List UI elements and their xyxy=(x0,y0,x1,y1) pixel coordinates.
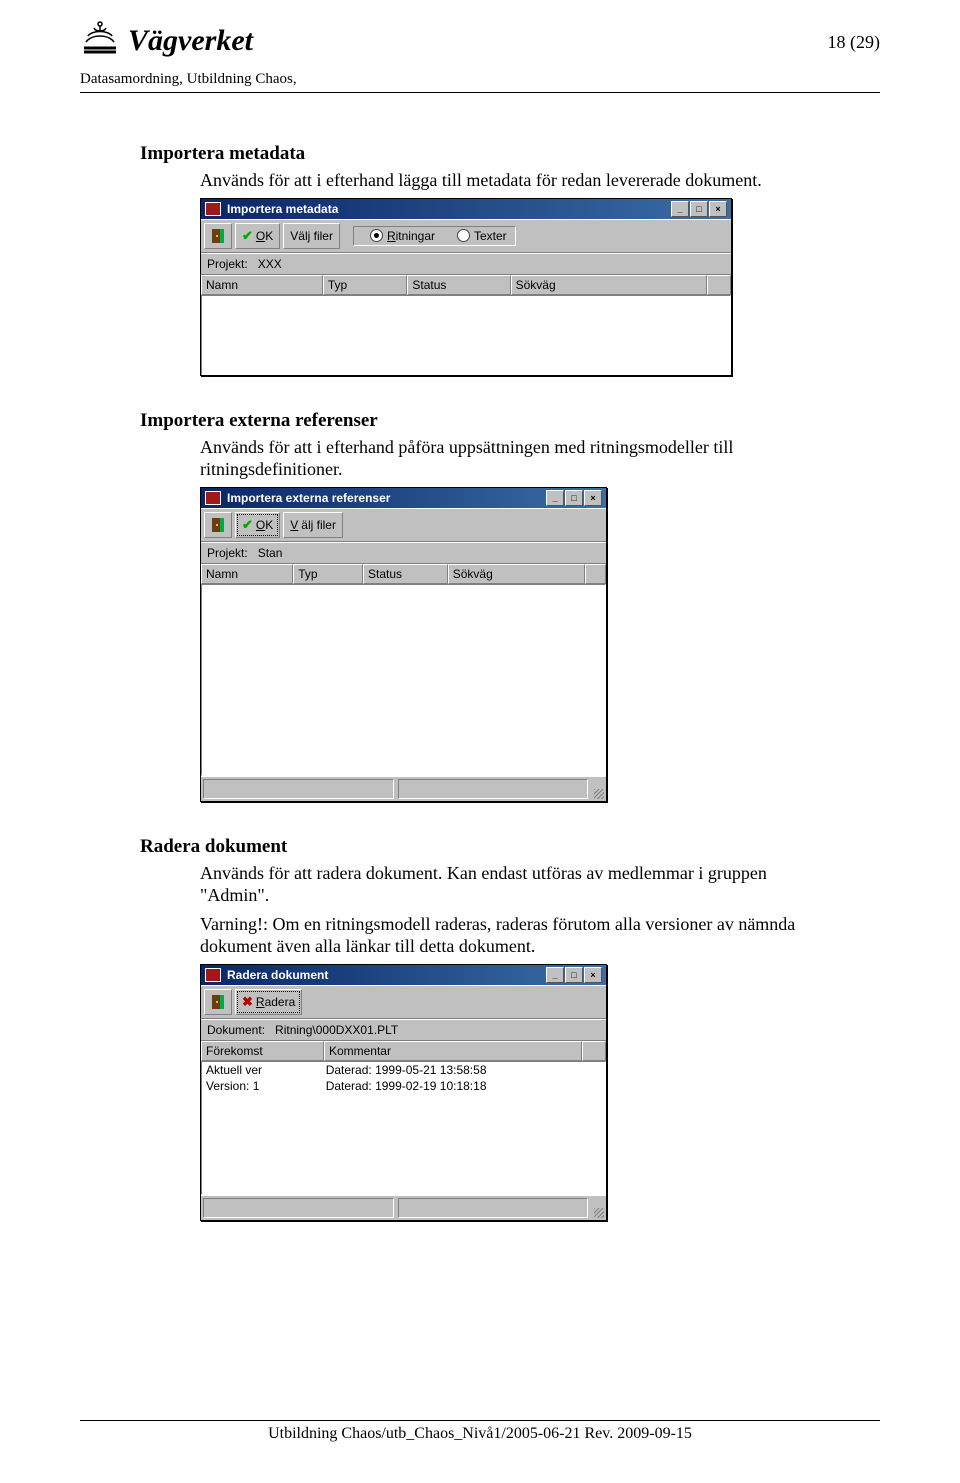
section-body: Används för att i efterhand lägga till m… xyxy=(200,169,840,192)
valj-filer-button[interactable]: Välj filer xyxy=(283,223,340,249)
logo-text: Vägverket xyxy=(128,24,253,58)
crown-icon xyxy=(80,20,120,61)
window-title: Radera dokument xyxy=(227,968,328,982)
valj-filer-button[interactable]: Välj filer xyxy=(283,512,343,538)
section-title: Importera externa referenser xyxy=(140,410,880,432)
col-sokvag[interactable]: Sökväg xyxy=(511,275,707,295)
radio-icon xyxy=(370,229,383,242)
footer-text: Utbildning Chaos/utb_Chaos_Nivå1/2005-06… xyxy=(80,1425,880,1443)
col-spacer xyxy=(582,1041,606,1061)
status-cell xyxy=(398,779,589,799)
project-value: Stan xyxy=(258,546,283,560)
close-button[interactable]: × xyxy=(709,201,727,217)
list-area[interactable] xyxy=(201,295,731,375)
titlebar[interactable]: Importera externa referenser _ □ × xyxy=(201,488,606,508)
maximize-button[interactable]: □ xyxy=(565,490,583,506)
ritningar-radio[interactable]: Ritningar xyxy=(370,229,435,243)
header-rule xyxy=(80,92,880,93)
maximize-button[interactable]: □ xyxy=(690,201,708,217)
maximize-button[interactable]: □ xyxy=(565,967,583,983)
col-typ[interactable]: Typ xyxy=(323,275,408,295)
radio-icon xyxy=(457,229,470,242)
project-value: XXX xyxy=(258,257,282,271)
col-status[interactable]: Status xyxy=(363,564,448,584)
app-icon xyxy=(205,202,221,216)
resize-grip-icon[interactable] xyxy=(590,777,606,801)
minimize-button[interactable]: _ xyxy=(546,490,564,506)
minimize-button[interactable]: _ xyxy=(671,201,689,217)
col-namn[interactable]: Namn xyxy=(201,275,323,295)
status-cell xyxy=(203,779,394,799)
col-kommentar[interactable]: Kommentar xyxy=(324,1041,583,1061)
list-area[interactable] xyxy=(201,584,606,776)
exit-button[interactable] xyxy=(204,512,232,538)
texter-radio[interactable]: Texter xyxy=(457,229,507,243)
importera-metadata-window: Importera metadata _ □ × ✔ OK Välj filer xyxy=(200,198,732,376)
col-spacer xyxy=(707,275,731,295)
exit-button[interactable] xyxy=(204,223,232,249)
col-spacer xyxy=(585,564,606,584)
col-namn[interactable]: Namn xyxy=(201,564,293,584)
ok-button[interactable]: ✔ OK xyxy=(235,223,280,249)
radera-dokument-window: Radera dokument _ □ × ✖ Radera Dokument: xyxy=(200,964,607,1221)
delete-icon: ✖ xyxy=(242,994,253,1010)
window-title: Importera metadata xyxy=(227,202,338,216)
col-typ[interactable]: Typ xyxy=(293,564,363,584)
logo: Vägverket xyxy=(80,20,253,61)
check-icon: ✔ xyxy=(242,517,253,533)
ok-button[interactable]: ✔ OK xyxy=(235,512,280,538)
radera-button[interactable]: ✖ Radera xyxy=(235,989,302,1015)
footer-rule xyxy=(80,1420,880,1421)
exit-button[interactable] xyxy=(204,989,232,1015)
project-label: Projekt: xyxy=(207,546,248,560)
check-icon: ✔ xyxy=(242,228,253,244)
importera-externa-referenser-window: Importera externa referenser _ □ × ✔ OK … xyxy=(200,487,607,802)
status-cell xyxy=(203,1198,394,1218)
col-status[interactable]: Status xyxy=(407,275,510,295)
minimize-button[interactable]: _ xyxy=(546,967,564,983)
section-body: Varning!: Om en ritningsmodell raderas, … xyxy=(200,913,840,958)
titlebar[interactable]: Radera dokument _ □ × xyxy=(201,965,606,985)
col-forekomst[interactable]: Förekomst xyxy=(201,1041,324,1061)
close-button[interactable]: × xyxy=(584,490,602,506)
section-title: Radera dokument xyxy=(140,836,880,858)
window-title: Importera externa referenser xyxy=(227,491,390,505)
col-sokvag[interactable]: Sökväg xyxy=(448,564,585,584)
table-row[interactable]: Aktuell ver Daterad: 1999-05-21 13:58:58 xyxy=(202,1062,605,1078)
table-row[interactable]: Version: 1 Daterad: 1999-02-19 10:18:18 xyxy=(202,1078,605,1094)
close-button[interactable]: × xyxy=(584,967,602,983)
app-icon xyxy=(205,968,221,982)
project-label: Projekt: xyxy=(207,257,248,271)
section-body: Används för att i efterhand påföra uppsä… xyxy=(200,436,840,481)
section-body: Används för att radera dokument. Kan end… xyxy=(200,862,840,907)
app-icon xyxy=(205,491,221,505)
page-number: 18 (29) xyxy=(828,20,881,53)
document-value: Ritning\000DXX01.PLT xyxy=(275,1023,398,1037)
status-cell xyxy=(398,1198,589,1218)
document-label: Dokument: xyxy=(207,1023,265,1037)
section-title: Importera metadata xyxy=(140,143,880,165)
titlebar[interactable]: Importera metadata _ □ × xyxy=(201,199,731,219)
sub-header: Datasamordning, Utbildning Chaos, xyxy=(80,71,880,88)
resize-grip-icon[interactable] xyxy=(590,1196,606,1220)
